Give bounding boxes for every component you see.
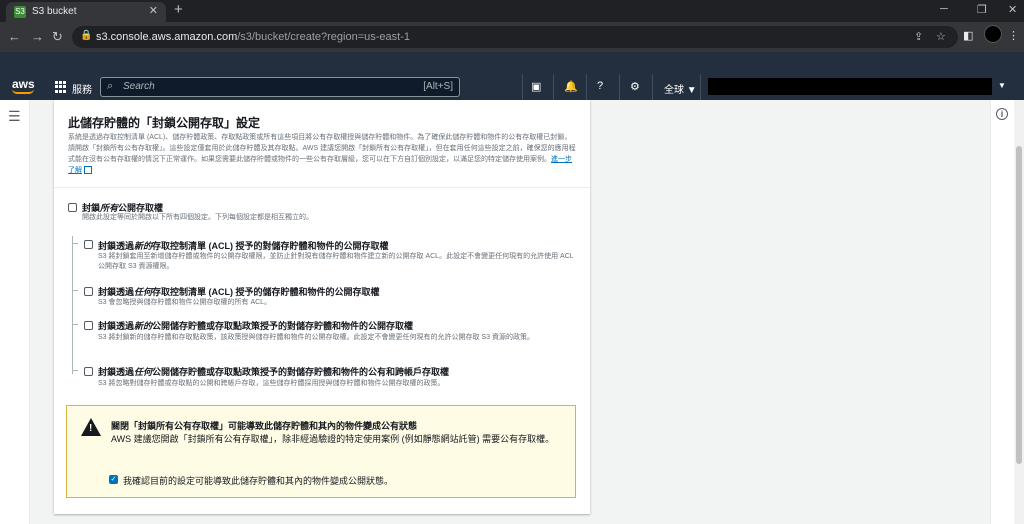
tree-branch xyxy=(72,324,78,325)
tree-line xyxy=(72,236,73,374)
sidepanel-icon[interactable]: ◧ xyxy=(963,29,973,42)
page-scrollbar[interactable] xyxy=(1014,100,1024,524)
aws-smile-icon xyxy=(12,89,34,94)
bookmark-star-icon[interactable]: ☆ xyxy=(936,30,946,43)
option-desc: S3 將封鎖套用至新增儲存貯體或物件的公開存取權限，並防止針對現有儲存貯體和物件… xyxy=(98,253,574,270)
panel-description-text: 系統是透過存取控制清單 (ACL)、儲存貯體政策、存取點政策或所有這些項目將公有… xyxy=(68,134,576,163)
aws-header-background xyxy=(0,52,1024,74)
lock-icon[interactable]: 🔒 xyxy=(80,30,92,41)
option-title: 封鎖透過新的公開儲存貯體或存取點政策授予的對儲存貯體和物件的公開存取權 xyxy=(98,319,413,332)
option-title-suffix: 存取控制清單 (ACL) 授予的儲存貯體和物件的公開存取權 xyxy=(152,287,380,297)
url-host: s3.console.aws.amazon.com xyxy=(96,31,238,43)
block-all-title-prefix: 封鎖 xyxy=(82,203,101,213)
warning-text: AWS 建議您開啟「封鎖所有公有存取權」，除非經過驗證的特定使用案例 (例如靜態… xyxy=(111,434,555,444)
account-menu-redacted[interactable] xyxy=(708,78,992,95)
acknowledge-label[interactable]: 我確認目前的設定可能導致此儲存貯體和其內的物件變成公開狀態。 xyxy=(123,474,393,487)
nav-divider xyxy=(586,74,587,100)
region-selector[interactable]: 全球 ▼ xyxy=(664,81,697,96)
block-any-acl-checkbox[interactable] xyxy=(84,287,93,296)
window-restore-icon[interactable]: ❐ xyxy=(977,3,987,16)
warning-exclamation: ! xyxy=(89,423,93,434)
option-title: 封鎖透過新的存取控制清單 (ACL) 授予的對儲存貯體和物件的公開存取權 xyxy=(98,239,389,252)
acknowledge-checkbox[interactable]: ✓ xyxy=(109,475,118,484)
block-all-title-suffix: 公開存取權 xyxy=(118,203,164,213)
option-desc: S3 會忽略授與儲存貯體和物件公開存取權的所有 ACL。 xyxy=(98,299,272,306)
option-title-em: 新的 xyxy=(134,321,153,331)
block-all-desc: 開啟此設定等同於開啟以下所有四個設定。下列每個設定都是相互獨立的。 xyxy=(82,214,313,221)
window-close-icon[interactable]: ✕ xyxy=(1008,3,1017,16)
block-any-policy-checkbox[interactable] xyxy=(84,367,93,376)
search-input[interactable]: ⌕ Search [Alt+S] xyxy=(100,77,460,97)
right-rail: i xyxy=(990,100,1014,524)
search-shortcut: [Alt+S] xyxy=(423,81,453,92)
services-label[interactable]: 服務 xyxy=(72,81,92,96)
nav-divider xyxy=(652,74,653,100)
hamburger-menu-icon[interactable]: ☰ xyxy=(8,108,21,125)
option-title-em: 新的 xyxy=(134,241,153,251)
address-bar-row: ← → ↻ 🔒 s3.console.aws.amazon.com/s3/buc… xyxy=(0,22,1024,52)
cloudshell-icon[interactable]: ▣ xyxy=(531,80,541,93)
new-tab-icon[interactable]: + xyxy=(174,1,183,18)
profile-avatar[interactable] xyxy=(984,25,1002,43)
forward-icon[interactable]: → xyxy=(31,29,44,44)
scrollbar-thumb[interactable] xyxy=(1016,146,1022,464)
option-title-em: 任何 xyxy=(134,367,153,377)
close-tab-icon[interactable]: ✕ xyxy=(149,4,158,17)
window-minimize-icon[interactable]: ─ xyxy=(940,3,948,15)
aws-logo[interactable]: aws xyxy=(12,77,35,94)
left-rail: ☰ xyxy=(0,100,30,524)
block-new-acl-checkbox[interactable] xyxy=(84,240,93,249)
block-all-title-em: 所有 xyxy=(100,203,119,213)
option-title-prefix: 封鎖透過 xyxy=(98,321,135,331)
settings-gear-icon[interactable]: ⚙ xyxy=(630,80,640,93)
search-placeholder: Search xyxy=(123,81,155,92)
nav-divider xyxy=(522,74,523,100)
url-text[interactable]: s3.console.aws.amazon.com/s3/bucket/crea… xyxy=(96,31,410,43)
option-title-prefix: 封鎖透過 xyxy=(98,287,135,297)
block-all-checkbox[interactable] xyxy=(68,203,77,212)
back-icon[interactable]: ← xyxy=(8,29,21,44)
public-access-warning: ! 關閉「封鎖所有公有存取權」可能導致此儲存貯體和其內的物件變成公有狀態 AWS… xyxy=(66,405,576,498)
reload-icon[interactable]: ↻ xyxy=(52,29,63,45)
share-icon[interactable]: ⇪ xyxy=(914,30,923,43)
tree-branch xyxy=(72,243,78,244)
external-link-icon xyxy=(84,166,92,175)
warning-title: 關閉「封鎖所有公有存取權」可能導致此儲存貯體和其內的物件變成公有狀態 xyxy=(111,421,418,431)
browser-menu-icon[interactable]: ⋮ xyxy=(1008,29,1019,42)
option-desc: S3 將忽略對儲存貯體或存取點的公開和跨帳戶存取，這些儲存貯體採用授與儲存貯體和… xyxy=(98,380,445,387)
panel-title: 此儲存貯體的「封鎖公開存取」設定 xyxy=(68,116,261,130)
nav-divider xyxy=(619,74,620,100)
aws-top-nav: aws 服務 ⌕ Search [Alt+S] ▣ 🔔 ? ⚙ 全球 ▼ ▼ xyxy=(0,74,1024,100)
panel-description: 系統是透過存取控制清單 (ACL)、儲存貯體政策、存取點政策或所有這些項目將公有… xyxy=(68,132,576,176)
option-title-prefix: 封鎖透過 xyxy=(98,241,135,251)
tree-branch xyxy=(72,370,78,371)
nav-divider xyxy=(553,74,554,100)
browser-tab[interactable]: S3 S3 bucket ✕ xyxy=(6,2,166,22)
panel-header: 此儲存貯體的「封鎖公開存取」設定 系統是透過存取控制清單 (ACL)、儲存貯體政… xyxy=(54,100,590,188)
account-caret-icon[interactable]: ▼ xyxy=(998,81,1006,90)
option-title: 封鎖透過任何存取控制清單 (ACL) 授予的儲存貯體和物件的公開存取權 xyxy=(98,285,380,298)
option-title-suffix: 存取控制清單 (ACL) 授予的對儲存貯體和物件的公開存取權 xyxy=(152,241,389,251)
help-icon[interactable]: ? xyxy=(597,80,603,92)
tab-title: S3 bucket xyxy=(32,6,77,17)
nav-divider xyxy=(700,74,701,100)
option-title-prefix: 封鎖透過 xyxy=(98,367,135,377)
option-desc: S3 將封鎖新的儲存貯體和存取點政策，該政策授與儲存貯體和物件的公開存取權。此設… xyxy=(98,334,534,341)
address-bar[interactable]: 🔒 s3.console.aws.amazon.com/s3/bucket/cr… xyxy=(72,26,958,48)
option-title-suffix: 公開儲存貯體或存取點政策授予的對儲存貯體和物件的公開存取權 xyxy=(152,321,414,331)
search-icon: ⌕ xyxy=(107,80,114,92)
url-path: /s3/bucket/create?region=us-east-1 xyxy=(237,31,410,43)
s3-favicon-icon: S3 xyxy=(14,6,26,18)
option-title: 封鎖透過任何公開儲存貯體或存取點政策授予的對儲存貯體和物件的公有和跨帳戶存取權 xyxy=(98,365,449,378)
block-new-policy-checkbox[interactable] xyxy=(84,321,93,330)
tree-branch xyxy=(72,290,78,291)
info-icon[interactable]: i xyxy=(996,108,1008,120)
notifications-bell-icon[interactable]: 🔔 xyxy=(564,80,578,93)
warning-triangle-icon: ! xyxy=(81,418,101,436)
option-title-em: 任何 xyxy=(134,287,153,297)
option-title-suffix: 公開儲存貯體或存取點政策授予的對儲存貯體和物件的公有和跨帳戶存取權 xyxy=(152,367,450,377)
browser-tabstrip: S3 S3 bucket ✕ + ─ ❐ ✕ xyxy=(0,0,1024,22)
services-grid-icon[interactable] xyxy=(55,81,67,93)
